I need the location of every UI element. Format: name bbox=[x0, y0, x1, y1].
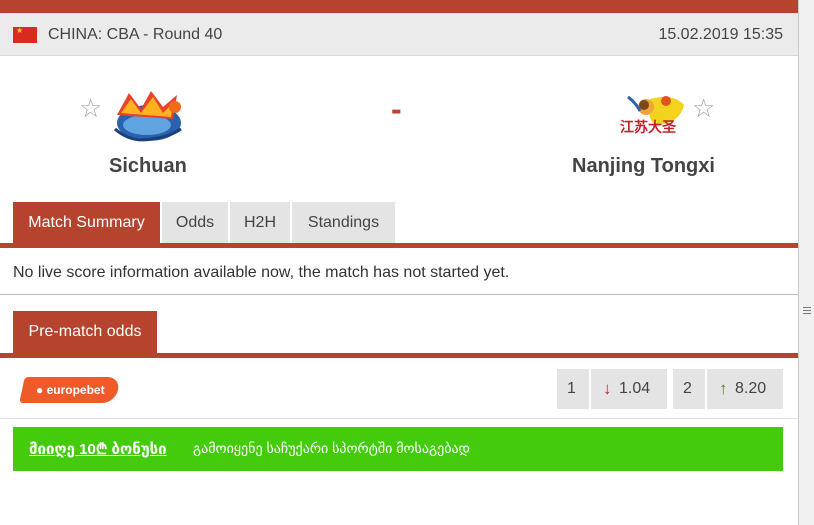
odd-index: 2 bbox=[683, 380, 692, 397]
tabs-underline bbox=[0, 243, 798, 248]
arrow-down-icon: ↓ bbox=[603, 379, 612, 398]
away-favorite-star-icon[interactable]: ☆ bbox=[692, 95, 715, 121]
odds-divider bbox=[0, 418, 798, 419]
tab-prematch-odds[interactable]: Pre-match odds bbox=[13, 311, 157, 353]
league-header: CHINA: CBA - Round 40 15.02.2019 15:35 bbox=[0, 13, 798, 56]
promo-bonus-link[interactable]: მიიღე 10₾ ბონუსი bbox=[29, 439, 167, 459]
match-datetime: 15.02.2019 15:35 bbox=[658, 26, 783, 43]
scrollbar-grip-icon[interactable] bbox=[803, 307, 811, 316]
tab-standings[interactable]: Standings bbox=[292, 202, 395, 243]
away-team-name[interactable]: Nanjing Tongxi bbox=[572, 155, 715, 178]
home-team-name[interactable]: Sichuan bbox=[109, 155, 187, 178]
odd-value: 8.20 bbox=[735, 380, 767, 397]
promo-text: გამოიყენე საჩუქარი სპორტში მოსაგებად bbox=[193, 440, 471, 456]
away-logo-lettering: 江苏大圣 bbox=[620, 120, 676, 136]
odd-home[interactable]: 1 ↓ 1.04 bbox=[557, 369, 667, 409]
tab-odds[interactable]: Odds bbox=[162, 202, 228, 243]
tab-h2h[interactable]: H2H bbox=[230, 202, 290, 243]
china-flag-icon bbox=[13, 26, 37, 43]
odd-away[interactable]: 2 ↑ 8.20 bbox=[673, 369, 783, 409]
match-detail-panel: CHINA: CBA - Round 40 15.02.2019 15:35 ☆… bbox=[0, 13, 798, 525]
odd-separator bbox=[589, 369, 591, 409]
europebet-logo[interactable]: ● europebet bbox=[19, 377, 121, 403]
arrow-up-icon: ↑ bbox=[719, 379, 728, 398]
odd-index: 1 bbox=[567, 380, 576, 397]
no-live-score-message: No live score information available now,… bbox=[13, 264, 510, 281]
tab-match-summary[interactable]: Match Summary bbox=[13, 202, 160, 243]
home-favorite-star-icon[interactable]: ☆ bbox=[79, 95, 102, 121]
top-header-bar bbox=[0, 0, 798, 13]
score-separator: - bbox=[391, 91, 402, 127]
section-divider bbox=[0, 294, 798, 295]
prematch-underline bbox=[0, 353, 798, 358]
odd-value: 1.04 bbox=[619, 380, 651, 397]
sichuan-team-logo-icon[interactable] bbox=[111, 85, 187, 147]
promo-banner[interactable]: მიიღე 10₾ ბონუსი გამოიყენე საჩუქარი სპორ… bbox=[13, 427, 783, 471]
bookmaker-name: europebet bbox=[46, 383, 105, 397]
vertical-scrollbar[interactable] bbox=[798, 0, 814, 525]
odd-separator bbox=[705, 369, 707, 409]
league-name[interactable]: CHINA: CBA - Round 40 bbox=[48, 26, 222, 44]
